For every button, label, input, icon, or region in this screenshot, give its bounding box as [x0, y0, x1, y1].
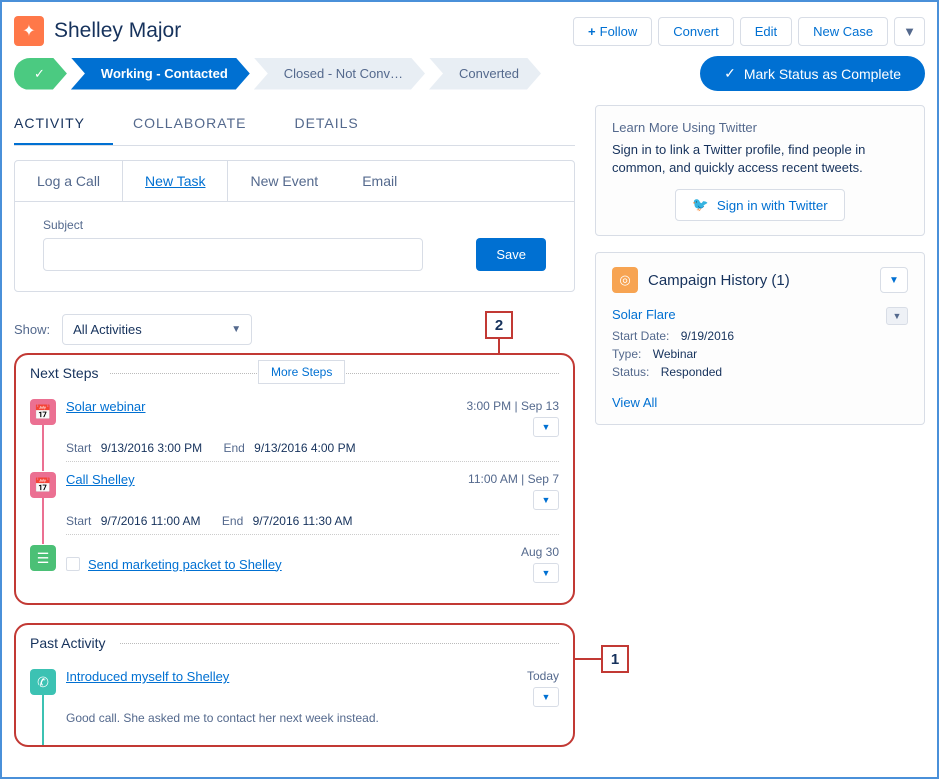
timeline-item-menu[interactable]: ▼	[533, 490, 559, 510]
check-icon: ✓	[724, 65, 736, 82]
past-activity-heading: Past Activity	[30, 635, 559, 651]
caret-down-icon: ▼	[231, 324, 241, 335]
composer-tabs: Log a Call New Task New Event Email	[15, 161, 574, 202]
next-steps-panel: 2 Next Steps More Steps 📅 Solar webinar …	[14, 353, 575, 605]
timeline-item: 📅 Solar webinar 3:00 PM | Sep 13 ▼ Start…	[30, 389, 559, 461]
related-item: Solar Flare ▼ Start Date: 9/19/2016 Type…	[612, 307, 908, 379]
path-step-closed[interactable]: Closed - Not Conv…	[254, 58, 425, 90]
start-label: Start	[66, 441, 91, 455]
end-label: End	[223, 441, 244, 455]
campaign-card-menu[interactable]: ▼	[880, 267, 908, 293]
start-value: 9/13/2016 3:00 PM	[101, 441, 202, 455]
sign-in-twitter-button[interactable]: 🐦 Sign in with Twitter	[675, 189, 844, 221]
show-filter-select[interactable]: All Activities ▼	[62, 314, 252, 345]
twitter-button-label: Sign in with Twitter	[717, 198, 828, 213]
next-steps-heading-text: Next Steps	[30, 365, 98, 381]
path-row: ✓ Working - Contacted Closed - Not Conv……	[14, 56, 925, 91]
subject-input[interactable]	[43, 238, 423, 271]
campaign-card-title: Campaign History (1)	[648, 272, 790, 289]
composer-tab-email[interactable]: Email	[340, 161, 419, 201]
show-label: Show:	[14, 322, 50, 337]
campaign-icon: ◎	[612, 267, 638, 293]
timeline-note: Good call. She asked me to contact her n…	[66, 711, 379, 725]
path: ✓ Working - Contacted Closed - Not Conv……	[14, 58, 692, 90]
twitter-icon: 🐦	[692, 197, 709, 213]
end-label: End	[222, 514, 243, 528]
lead-icon: ✦	[14, 16, 44, 46]
end-value: 9/7/2016 11:30 AM	[253, 514, 353, 528]
record-header: ✦ Shelley Major Follow Convert Edit New …	[14, 10, 925, 56]
timeline-item: 📅 Call Shelley 11:00 AM | Sep 7 ▼ Start …	[30, 462, 559, 534]
twitter-card-text: Sign in to link a Twitter profile, find …	[612, 141, 908, 177]
next-steps-heading: Next Steps More Steps	[30, 365, 559, 381]
timeline-when: 3:00 PM | Sep 13	[466, 399, 559, 413]
timeline-item-menu[interactable]: ▼	[533, 563, 559, 583]
timeline-title[interactable]: Send marketing packet to Shelley	[88, 557, 282, 572]
event-icon: 📅	[30, 472, 56, 498]
record-title: Shelley Major	[54, 19, 181, 43]
mark-complete-label: Mark Status as Complete	[744, 66, 901, 82]
mark-complete-button[interactable]: ✓ Mark Status as Complete	[700, 56, 925, 91]
composer-tab-new-task[interactable]: New Task	[122, 161, 228, 201]
header-actions: Follow Convert Edit New Case ▼	[573, 17, 925, 46]
path-step-converted[interactable]: Converted	[429, 58, 541, 90]
campaign-history-card: ◎ Campaign History (1) ▼ Solar Flare ▼ S…	[595, 252, 925, 425]
twitter-card: Learn More Using Twitter Sign in to link…	[595, 105, 925, 236]
timeline-when: Aug 30	[521, 545, 559, 559]
activity-composer: Log a Call New Task New Event Email Subj…	[14, 160, 575, 292]
edit-button[interactable]: Edit	[740, 17, 792, 46]
tab-activity[interactable]: ACTIVITY	[14, 105, 113, 145]
timeline-item: ☰ Send marketing packet to Shelley Aug 3…	[30, 535, 559, 589]
timeline-item: ✆ Introduced myself to Shelley Today ▼ G…	[30, 659, 559, 731]
tab-details[interactable]: DETAILS	[294, 105, 386, 145]
twitter-card-heading: Learn More Using Twitter	[612, 120, 908, 135]
timeline-item-menu[interactable]: ▼	[533, 417, 559, 437]
follow-button[interactable]: Follow	[573, 17, 652, 46]
callout-2: 2	[485, 311, 513, 339]
start-date-value: 9/19/2016	[681, 329, 734, 343]
event-icon: 📅	[30, 399, 56, 425]
timeline-when: 11:00 AM | Sep 7	[468, 472, 559, 486]
end-value: 9/13/2016 4:00 PM	[254, 441, 355, 455]
main-tabs: ACTIVITY COLLABORATE DETAILS	[14, 105, 575, 146]
task-icon: ☰	[30, 545, 56, 571]
composer-tab-log-call[interactable]: Log a Call	[15, 161, 122, 201]
call-icon: ✆	[30, 669, 56, 695]
tab-collaborate[interactable]: COLLABORATE	[133, 105, 274, 145]
more-actions-button[interactable]: ▼	[894, 17, 925, 46]
start-date-label: Start Date:	[612, 329, 669, 343]
callout-2-line	[498, 339, 500, 355]
timeline-connector	[42, 695, 44, 745]
show-filter-value: All Activities	[73, 322, 142, 337]
path-step-done[interactable]: ✓	[14, 58, 67, 90]
check-icon: ✓	[34, 66, 45, 82]
timeline-item-menu[interactable]: ▼	[533, 687, 559, 707]
timeline-title[interactable]: Introduced myself to Shelley	[66, 669, 229, 707]
path-step-working[interactable]: Working - Contacted	[71, 58, 250, 90]
more-steps-button[interactable]: More Steps	[258, 360, 345, 384]
composer-tab-new-event[interactable]: New Event	[228, 161, 340, 201]
callout-1-line	[573, 658, 601, 660]
type-label: Type:	[612, 347, 641, 361]
start-value: 9/7/2016 11:00 AM	[101, 514, 201, 528]
save-button[interactable]: Save	[476, 238, 546, 271]
past-activity-panel: 1 Past Activity ✆ Introduced myself to S…	[14, 623, 575, 747]
timeline-when: Today	[527, 669, 559, 683]
status-label: Status:	[612, 365, 649, 379]
timeline-title[interactable]: Solar webinar	[66, 399, 146, 437]
convert-button[interactable]: Convert	[658, 17, 734, 46]
past-activity-heading-text: Past Activity	[30, 635, 105, 651]
status-value: Responded	[661, 365, 722, 379]
type-value: Webinar	[653, 347, 697, 361]
task-checkbox[interactable]	[66, 557, 80, 571]
callout-1: 1	[601, 645, 629, 673]
subject-label: Subject	[43, 218, 464, 232]
timeline-title[interactable]: Call Shelley	[66, 472, 135, 510]
start-label: Start	[66, 514, 91, 528]
new-case-button[interactable]: New Case	[798, 17, 888, 46]
related-item-menu[interactable]: ▼	[886, 307, 908, 325]
view-all-link[interactable]: View All	[612, 395, 657, 410]
campaign-item-title[interactable]: Solar Flare	[612, 307, 676, 322]
